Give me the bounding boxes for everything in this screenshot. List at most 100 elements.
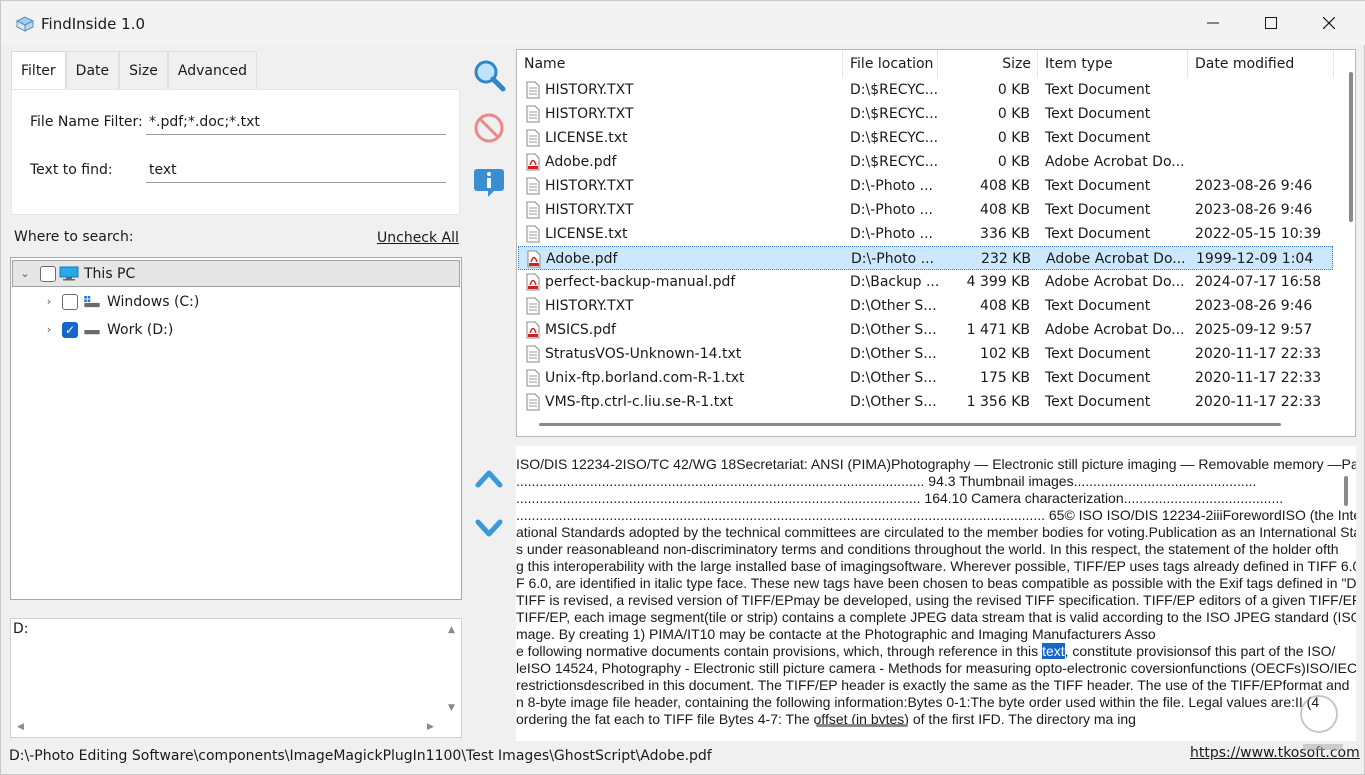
preview-line: restrictionsdescribed in this document. … [516, 677, 1349, 694]
app-icon [15, 16, 35, 32]
preview-text: mage. By creating 1) PIMA/IT10 may be co… [516, 626, 1156, 642]
results-horizontal-scrollbar[interactable] [539, 423, 1281, 426]
cell-size: 0 KB [997, 130, 1030, 146]
preview-text: leISO 14524, Photography - Electronic st… [516, 660, 1356, 676]
cell-location: D:\Backup ... [850, 274, 940, 290]
text-file-icon [526, 345, 540, 363]
maximize-icon [1265, 17, 1277, 29]
tree-checkbox-work-d[interactable]: ✓ [62, 321, 78, 338]
selected-path-box[interactable]: D: ▲ ▼ ◀ ▶ [10, 618, 462, 738]
table-row[interactable]: HISTORY.TXT D:\$RECYC... 0 KB Text Document [518, 78, 1333, 102]
table-row[interactable]: MSICS.pdf D:\Other S... 1 471 KB Adobe Acro… [518, 318, 1333, 342]
cell-location: D:\$RECYC... [850, 130, 939, 146]
preview-text: F 6.0, are identified in italic type fac… [516, 575, 1356, 591]
table-row[interactable]: LICENSE.txt D:\$RECYC... 0 KB Text Document [518, 126, 1333, 150]
cell-type: Text Document [1045, 202, 1151, 218]
preview-vertical-scrollbar[interactable] [1344, 476, 1348, 506]
column-header-type[interactable]: Item type [1038, 50, 1188, 78]
file-name-filter-input[interactable] [146, 110, 446, 135]
tree-item-work-d[interactable]: › ✓ Work (D:) [12, 316, 173, 343]
text-file-icon [526, 201, 540, 219]
info-icon[interactable] [472, 166, 506, 200]
close-button[interactable] [1300, 1, 1358, 45]
path-horizontal-scrollbar[interactable]: ◀ ▶ [11, 719, 445, 737]
maximize-button[interactable] [1242, 1, 1300, 45]
results-vertical-scrollbar[interactable] [1349, 72, 1353, 222]
cell-name: HISTORY.TXT [545, 298, 634, 314]
tree-checkbox-this-pc[interactable] [40, 265, 56, 282]
preview-text: ........................................… [516, 490, 1284, 506]
location-tree: ⌄ This PC › Windows (C:) › ✓ Work (D:) [10, 257, 462, 600]
cell-size: 0 KB [997, 106, 1030, 122]
cell-name: HISTORY.TXT [545, 178, 634, 194]
cell-size: 1 471 KB [966, 322, 1030, 338]
minimize-button[interactable] [1184, 1, 1242, 45]
table-row[interactable]: Adobe.pdf D:\$RECYC... 0 KB Adobe Acrobat D… [518, 150, 1333, 174]
chevron-right-icon[interactable]: › [42, 295, 56, 308]
where-to-search-label: Where to search: [14, 229, 134, 245]
preview-horizontal-scrollbar[interactable] [816, 724, 908, 727]
scroll-down-icon[interactable]: ▼ [448, 703, 455, 713]
table-row[interactable]: HISTORY.TXT D:\-Photo ... 408 KB Text Docum… [518, 198, 1333, 222]
search-icon[interactable] [472, 58, 506, 92]
cell-size: 408 KB [980, 298, 1030, 314]
preview-text: TIFF/EP, each image segment(tile or stri… [516, 609, 1356, 625]
cell-date: 2023-08-26 9:46 [1195, 298, 1313, 314]
tab-size[interactable]: Size [119, 51, 168, 89]
cell-location: D:\$RECYC... [850, 154, 939, 170]
scroll-up-icon[interactable]: ▲ [448, 625, 455, 635]
preview-text: restrictionsdescribed in this document. … [516, 677, 1350, 693]
text-file-icon [526, 369, 540, 387]
cell-size: 336 KB [980, 226, 1030, 242]
selected-path-text: D: [13, 621, 29, 637]
text-file-icon [526, 81, 540, 99]
cell-name: Adobe.pdf [546, 251, 618, 267]
text-file-icon [526, 297, 540, 315]
cell-type: Text Document [1045, 178, 1151, 194]
tab-filter[interactable]: Filter [11, 51, 66, 90]
table-row[interactable]: HISTORY.TXT D:\Other S... 408 KB Text Docum… [518, 294, 1333, 318]
cell-location: D:\Other S... [850, 370, 937, 386]
table-row[interactable]: LICENSE.txt D:\-Photo ... 336 KB Text Docum… [518, 222, 1333, 246]
table-row[interactable]: HISTORY.TXT D:\$RECYC... 0 KB Text Document [518, 102, 1333, 126]
table-row[interactable]: Unix-ftp.borland.com-R-1.txt D:\Other S..… [518, 366, 1333, 390]
table-row[interactable]: VMS-ftp.ctrl-c.liu.se-R-1.txt D:\Other S.… [518, 390, 1333, 414]
column-header-name[interactable]: Name [517, 50, 843, 78]
table-row[interactable]: HISTORY.TXT D:\-Photo ... 408 KB Text Docum… [518, 174, 1333, 198]
tree-label-windows-c: Windows (C:) [107, 293, 200, 310]
tab-date[interactable]: Date [65, 51, 120, 89]
text-preview[interactable]: ISO/DIS 12234-2ISO/TC 42/WG 18Secretaria… [516, 446, 1356, 741]
table-row[interactable]: perfect-backup-manual.pdf D:\Backup ... 4 … [518, 270, 1333, 294]
cell-type: Adobe Acrobat Do... [1045, 274, 1185, 290]
next-match-icon[interactable] [474, 514, 504, 544]
drive-icon [84, 295, 100, 307]
column-header-size[interactable]: Size [938, 50, 1038, 78]
chevron-right-icon[interactable]: › [42, 323, 56, 336]
chevron-down-icon[interactable]: ⌄ [18, 267, 32, 280]
cell-location: D:\Other S... [850, 346, 937, 362]
previous-match-icon[interactable] [474, 463, 504, 493]
cell-size: 408 KB [980, 178, 1030, 194]
cell-name: Adobe.pdf [545, 154, 617, 170]
stop-icon[interactable] [472, 111, 506, 145]
cell-name: HISTORY.TXT [545, 202, 634, 218]
uncheck-all-link[interactable]: Uncheck All [377, 230, 459, 246]
preview-line: ........................................… [516, 507, 1356, 524]
table-row[interactable]: Adobe.pdf D:\-Photo ... 232 KB Adobe Acroba… [518, 246, 1333, 270]
scroll-left-icon[interactable]: ◀ [17, 722, 24, 732]
pdf-file-icon [526, 321, 540, 339]
scroll-right-icon[interactable]: ▶ [427, 722, 434, 732]
cell-date [1195, 102, 1331, 126]
tree-item-windows-c[interactable]: › Windows (C:) [12, 288, 199, 315]
tab-advanced[interactable]: Advanced [167, 51, 258, 89]
cell-date: 2020-11-17 22:33 [1195, 370, 1322, 386]
tree-item-this-pc[interactable]: ⌄ This PC [12, 260, 460, 287]
column-header-date[interactable]: Date modified [1188, 50, 1334, 78]
table-row[interactable]: StratusVOS-Unknown-14.txt D:\Other S... 10… [518, 342, 1333, 366]
column-header-location[interactable]: File location [843, 50, 938, 78]
tree-checkbox-windows-c[interactable] [62, 293, 78, 310]
path-vertical-scrollbar[interactable]: ▲ ▼ [443, 619, 461, 719]
results-grid: Name File location Size Item type Date m… [516, 49, 1356, 437]
text-to-find-input[interactable] [146, 158, 446, 183]
preview-line: s under reasonableand non-discriminatory… [516, 541, 1339, 558]
